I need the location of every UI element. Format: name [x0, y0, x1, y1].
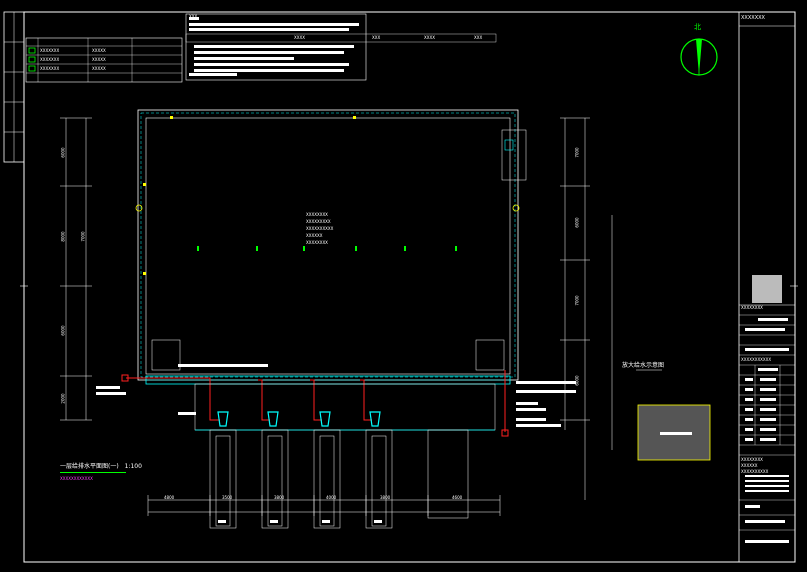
plan-scale: 1:100: [124, 463, 142, 470]
dim-left-3: 6000: [60, 325, 66, 336]
north-label: 北: [694, 23, 701, 31]
room-label-2: XXXXXXXXX: [306, 219, 331, 224]
dim-left-1: 6000: [60, 147, 66, 158]
notes-col-1: XXXX: [294, 35, 305, 40]
project-line-2: XXXXXX: [741, 463, 758, 468]
legend-row-1-name: XXXXXXX: [40, 48, 60, 53]
drawing-name-1: XXXXXXXXXXX: [741, 357, 772, 362]
plan-sub-caption: XXXXXXXXXXXX: [60, 476, 93, 481]
caption-underline: [60, 472, 126, 473]
drawing-frame: [23, 11, 796, 563]
legend-row-3-name: XXXXXXX: [40, 66, 60, 71]
dim-bottom-5: 3800: [380, 495, 391, 500]
building-plan: [121, 109, 527, 529]
notes-col-3: XXXX: [424, 35, 435, 40]
dim-right-4: 6000: [574, 375, 580, 386]
room-label-1: XXXXXXXX: [306, 212, 328, 217]
dim-bottom-6: 4600: [452, 495, 463, 500]
dim-left-2: 8000: [60, 231, 66, 242]
dim-right-1: 7000: [574, 147, 580, 158]
room-label-4: XXXXXX: [306, 233, 323, 238]
title-block-header: XXXXXXX: [741, 15, 765, 21]
dimension-lines: [60, 117, 613, 516]
dim-bottom-1: 4800: [164, 495, 175, 500]
room-label-5: XXXXXXXX: [306, 240, 328, 245]
cad-drawing: [3, 11, 798, 563]
plan-caption: 一层给排水平面图(一) 1:100: [60, 464, 142, 470]
dim-left-4: 7000: [80, 231, 86, 242]
legend-row-2-name: XXXXXXX: [40, 57, 60, 62]
notes-col-2: XXX: [372, 35, 381, 40]
project-line-3: XXXXXXXXXX: [741, 469, 769, 474]
dim-left-5: 2000: [60, 393, 66, 404]
qr-code: [752, 275, 782, 303]
dim-right-3: 7000: [574, 295, 580, 306]
notes-col-4: XXX: [474, 35, 483, 40]
legend-row-1-note: XXXXX: [92, 48, 106, 53]
project-line-1: XXXXXXXX: [741, 457, 763, 462]
notes-title: XXX: [189, 14, 198, 19]
dim-bottom-4: 4000: [326, 495, 337, 500]
dim-right-2: 6000: [574, 217, 580, 228]
room-label-3: XXXXXXXXXX: [306, 226, 334, 231]
drawing-name-2: XXXXXXXX: [741, 305, 763, 310]
dim-bottom-2: 3500: [222, 495, 233, 500]
legend-row-3-note: XXXXX: [92, 66, 106, 71]
plan-caption-text: 一层给排水平面图(一): [60, 463, 119, 470]
dim-bottom-3: 3800: [274, 495, 285, 500]
detail-label: 放大给水示意图: [622, 362, 665, 369]
legend-row-2-note: XXXXX: [92, 57, 106, 62]
